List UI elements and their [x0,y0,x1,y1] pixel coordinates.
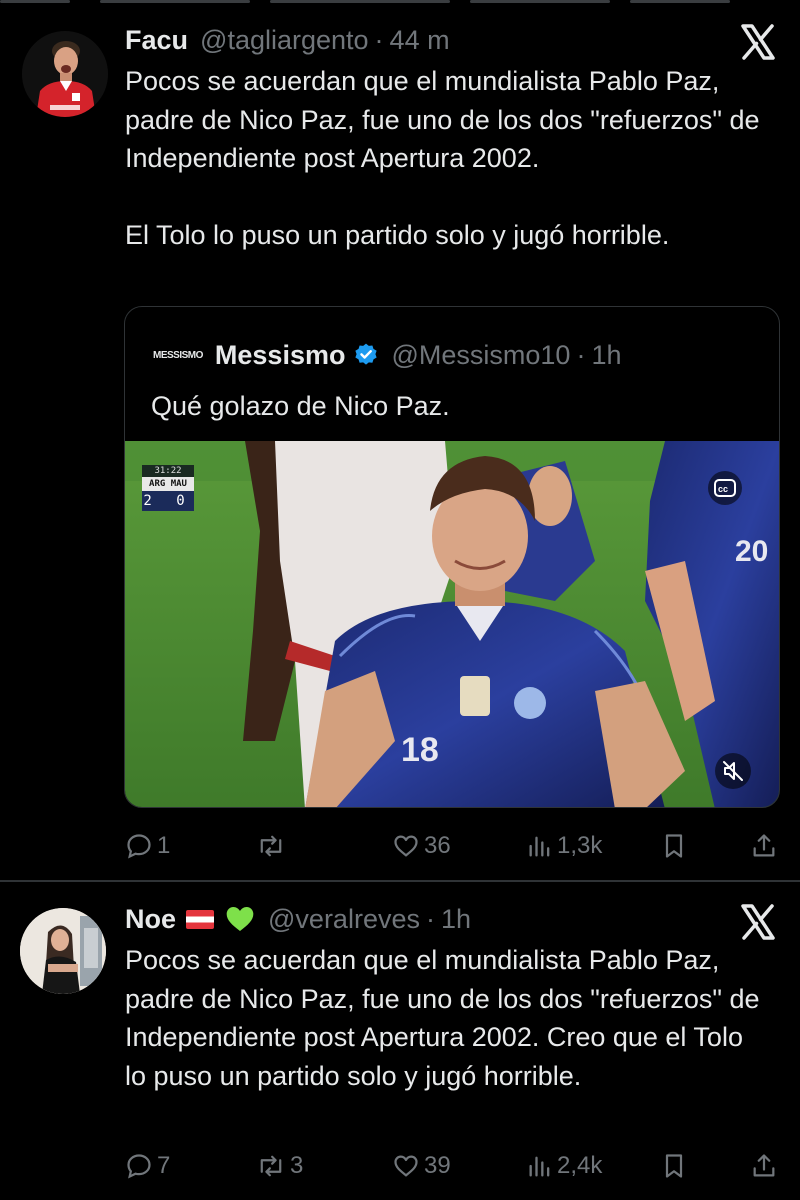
reply-button[interactable]: 7 [125,1146,170,1186]
repost-count: 3 [290,1152,304,1179]
author-handle[interactable]: @veralreves [268,904,420,935]
latvia-flag-emoji [186,909,215,929]
timestamp[interactable]: 1h [441,904,471,935]
tweet-actions: 7 3 39 2,4k [0,1146,800,1186]
green-heart-emoji [224,903,256,935]
tweet-text: Pocos se acuerdan que el mundialista Pab… [125,945,760,1091]
reply-count: 7 [157,1152,171,1179]
share-button[interactable] [751,1146,777,1186]
share-icon [753,1154,775,1177]
avatar[interactable] [20,908,106,994]
x-logo-icon [738,902,778,942]
like-count: 39 [424,1152,451,1179]
like-button[interactable]: 39 [392,1146,451,1186]
view-count: 2,4k [557,1152,603,1179]
tweet-header: Noe @veralreves · 1h [125,899,471,939]
bookmark-button[interactable] [662,1146,686,1186]
reply-icon [127,1154,151,1179]
repost-icon [260,1155,282,1177]
author-name[interactable]: Noe [125,904,176,935]
views-button[interactable]: 2,4k [527,1146,602,1186]
separator-dot: · [425,903,435,934]
repost-button[interactable]: 3 [256,1146,303,1186]
views-icon [529,1156,550,1177]
bookmark-icon [665,1154,683,1178]
tweet[interactable]: Noe @veralreves · 1h Pocos se acuerdan q… [0,0,800,1200]
like-icon [394,1155,418,1177]
